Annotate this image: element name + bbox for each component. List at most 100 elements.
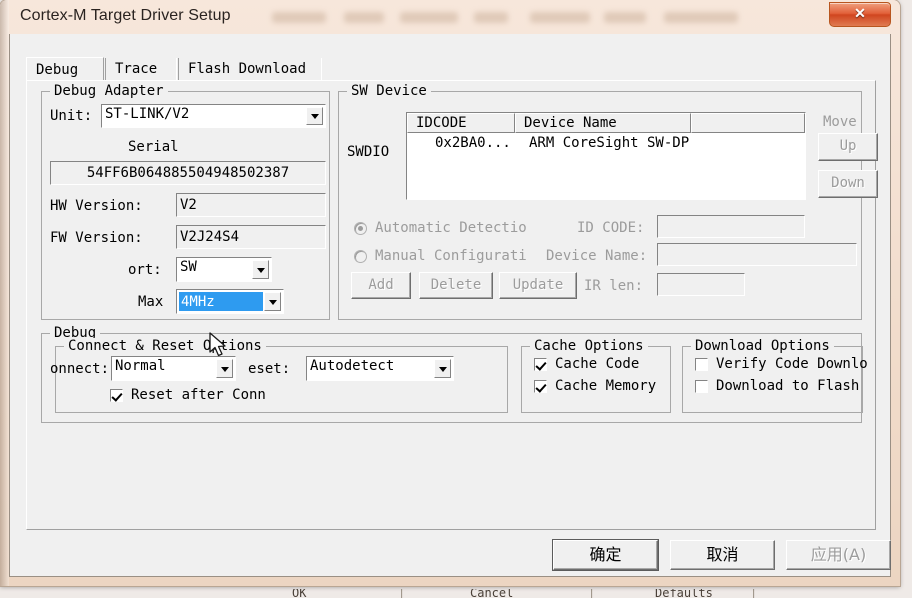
add-button[interactable]: Add: [351, 272, 411, 299]
reset-combobox[interactable]: Autodetect: [306, 356, 454, 381]
serial-field: 54FF6B064885504948502387: [50, 161, 326, 185]
connect-combobox-value: Normal: [115, 358, 166, 374]
radio-icon-selected: [354, 222, 367, 235]
ghost-text-2: [344, 12, 384, 23]
background-defaults-button: Defaults: [655, 589, 713, 598]
device-name-field[interactable]: [657, 243, 857, 266]
checkbox-icon-checked: [534, 358, 547, 371]
chevron-down-icon[interactable]: [434, 359, 451, 378]
background-separator-2: |: [588, 589, 596, 598]
id-code-field[interactable]: [657, 215, 805, 238]
tab-page-debug: Debug Adapter Unit: ST-LINK/V2 Serial 54…: [26, 80, 878, 530]
background-separator-3: |: [750, 589, 758, 598]
debug-group: Debug Connect & Reset Options onnect: No…: [41, 325, 868, 423]
column-header-device-name[interactable]: Device Name: [515, 113, 691, 133]
sw-device-group: SW Device SWDIO IDCODE Device Name 0x2BA…: [338, 83, 878, 320]
chevron-down-icon[interactable]: [252, 260, 269, 279]
cell-idcode: 0x2BA0...: [435, 135, 511, 151]
ghost-text-7: [664, 12, 738, 23]
download-to-flash-label: Download to Flash: [716, 378, 860, 394]
download-options-label: Download Options: [691, 338, 834, 354]
manual-configuration-label: Manual Configurati: [375, 248, 527, 264]
radio-icon-unselected: [354, 250, 367, 263]
window-title: Cortex-M Target Driver Setup: [20, 7, 231, 24]
background-cancel-button: Cancel: [470, 589, 514, 598]
automatic-detection-label: Automatic Detectio: [375, 220, 527, 236]
port-combobox-value: SW: [180, 259, 197, 275]
port-label: ort:: [128, 262, 162, 278]
checkbox-icon-checked: [110, 389, 123, 402]
table-row[interactable]: 0x2BA0... ARM CoreSight SW-DP: [407, 135, 805, 155]
chevron-down-icon[interactable]: [216, 359, 233, 378]
max-clock-combobox-value: 4MHz: [179, 292, 263, 311]
unit-label: Unit:: [50, 108, 93, 124]
max-clock-combobox[interactable]: 4MHz: [176, 289, 284, 314]
cache-options-group: Cache Options Cache Code Cache Memory: [521, 338, 671, 413]
hw-version-field: V2: [176, 193, 326, 217]
reset-after-connect-label: Reset after Conn: [131, 387, 266, 403]
ghost-text-6: [604, 12, 646, 23]
reset-combobox-value: Autodetect: [310, 358, 395, 374]
tab-flash-download[interactable]: Flash Download: [178, 58, 322, 81]
ghost-text-1: [272, 12, 326, 23]
ir-len-label: IR len:: [584, 278, 644, 294]
cancel-button[interactable]: 取消: [670, 540, 775, 570]
device-list-header: IDCODE Device Name: [407, 113, 805, 133]
tab-debug[interactable]: Debug: [26, 57, 104, 81]
chevron-down-icon[interactable]: [306, 107, 323, 125]
ok-button[interactable]: 确定: [553, 540, 658, 570]
ir-len-field[interactable]: [657, 273, 745, 296]
cache-memory-label: Cache Memory: [555, 378, 657, 394]
tab-strip: Debug Trace Flash Download: [26, 57, 876, 81]
move-up-button[interactable]: Up: [818, 133, 878, 161]
id-code-label: ID CODE:: [577, 220, 645, 236]
title-bar[interactable]: Cortex-M Target Driver Setup ✕: [0, 0, 900, 34]
device-name-label: Device Name:: [546, 248, 648, 264]
ghost-text-5: [530, 12, 590, 23]
update-button[interactable]: Update: [499, 272, 577, 299]
target-driver-setup-dialog: Cortex-M Target Driver Setup ✕ Debug Tra…: [0, 0, 900, 586]
unit-combobox[interactable]: ST-LINK/V2: [101, 104, 326, 128]
max-clock-label: Max: [138, 294, 164, 310]
debug-adapter-group: Debug Adapter Unit: ST-LINK/V2 Serial 54…: [41, 83, 330, 320]
verify-code-download-label: Verify Code Downlo: [716, 356, 868, 372]
connect-combobox[interactable]: Normal: [111, 356, 236, 381]
chevron-down-icon[interactable]: [264, 292, 281, 311]
debug-adapter-group-label: Debug Adapter: [50, 83, 168, 99]
device-list[interactable]: IDCODE Device Name 0x2BA0... ARM CoreSig…: [406, 112, 806, 200]
connect-reset-options-label: Connect & Reset Options: [64, 338, 266, 354]
background-window-buttons: OK | Cancel | Defaults |: [0, 589, 912, 598]
delete-button[interactable]: Delete: [419, 272, 493, 299]
checkbox-icon-unchecked: [695, 380, 708, 393]
column-header-blank[interactable]: [691, 113, 805, 133]
checkbox-icon-unchecked: [695, 358, 708, 371]
move-down-button[interactable]: Down: [818, 170, 878, 198]
move-label: Move: [823, 114, 857, 130]
connect-reset-options-group: Connect & Reset Options onnect: Normal e…: [50, 338, 508, 413]
background-separator-1: |: [398, 589, 406, 598]
fw-version-field: V2J24S4: [176, 225, 326, 249]
connect-label: onnect:: [50, 361, 110, 377]
cache-code-label: Cache Code: [555, 356, 640, 372]
serial-label: Serial: [128, 139, 179, 155]
apply-button[interactable]: 应用(A): [786, 540, 891, 570]
close-button[interactable]: ✕: [829, 2, 891, 27]
dialog-client-area: Debug Trace Flash Download Debug Adapter…: [9, 34, 891, 577]
ghost-text-4: [474, 12, 508, 23]
close-icon: ✕: [854, 5, 866, 21]
checkbox-icon-checked: [534, 380, 547, 393]
column-header-idcode[interactable]: IDCODE: [407, 113, 515, 133]
download-options-group: Download Options Verify Code Downlo Down…: [682, 338, 868, 413]
background-ok-button: OK: [292, 589, 307, 598]
hw-version-label: HW Version:: [50, 198, 143, 214]
fw-version-label: FW Version:: [50, 230, 143, 246]
cache-options-label: Cache Options: [530, 338, 648, 354]
ghost-text-3: [400, 12, 458, 23]
swdio-label: SWDIO: [347, 144, 390, 160]
sw-device-group-label: SW Device: [347, 83, 431, 99]
tab-trace[interactable]: Trace: [105, 58, 177, 81]
port-combobox[interactable]: SW: [176, 257, 272, 282]
reset-label: eset:: [248, 361, 291, 377]
window-left-edge: [0, 0, 9, 586]
unit-combobox-value: ST-LINK/V2: [105, 106, 190, 122]
